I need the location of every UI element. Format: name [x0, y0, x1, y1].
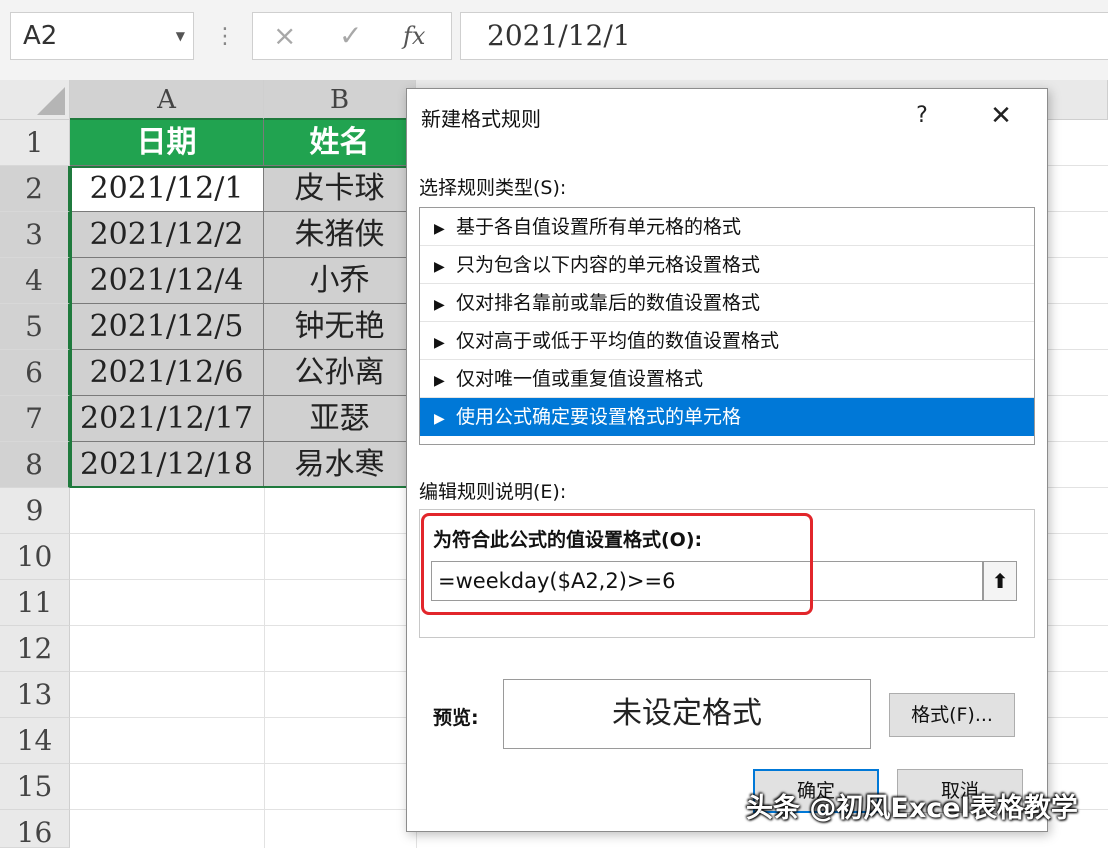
date-cell[interactable]: 2021/12/17 — [70, 396, 264, 442]
name-cell[interactable]: 朱猪侠 — [264, 212, 416, 258]
row-header-15[interactable]: 15 — [0, 764, 70, 810]
more-icon: ⋮ — [214, 24, 236, 49]
triangle-right-icon: ▶ — [434, 373, 445, 389]
rule-type-label: 基于各自值设置所有单元格的格式 — [456, 216, 742, 238]
triangle-right-icon: ▶ — [434, 411, 445, 427]
name-cell[interactable]: 皮卡球 — [264, 166, 416, 212]
rule-type-item[interactable]: ▶ 仅对唯一值或重复值设置格式 — [420, 360, 1034, 398]
name-cell[interactable]: 易水寒 — [264, 442, 416, 488]
cancel-icon[interactable]: × — [273, 19, 296, 53]
formula-buttons: × ✓ fx — [252, 12, 452, 60]
rule-type-label: 只为包含以下内容的单元格设置格式 — [456, 254, 761, 276]
rule-type-list: ▶ 基于各自值设置所有单元格的格式 ▶ 只为包含以下内容的单元格设置格式 ▶ 仅对排名… — [419, 207, 1035, 445]
rule-type-label: 仅对唯一值或重复值设置格式 — [456, 368, 704, 390]
row-header-10[interactable]: 10 — [0, 534, 70, 580]
select-all-triangle-icon — [37, 87, 65, 115]
help-icon[interactable]: ? — [907, 101, 937, 131]
row-header-16[interactable]: 16 — [0, 810, 70, 848]
rule-type-label: 仅对高于或低于平均值的数值设置格式 — [456, 330, 780, 352]
rule-type-label: 使用公式确定要设置格式的单元格 — [456, 406, 742, 428]
formula-input[interactable]: 2021/12/1 — [460, 12, 1108, 60]
row-header-5[interactable]: 5 — [0, 304, 70, 350]
row-header-12[interactable]: 12 — [0, 626, 70, 672]
triangle-right-icon: ▶ — [434, 259, 445, 275]
row-header-14[interactable]: 14 — [0, 718, 70, 764]
format-button[interactable]: 格式(F)... — [889, 693, 1015, 737]
header-cell-date[interactable]: 日期 — [70, 120, 264, 166]
collapse-dialog-icon[interactable]: ⬆ — [983, 561, 1017, 601]
date-cell[interactable]: 2021/12/5 — [70, 304, 264, 350]
preview-box: 未设定格式 — [503, 679, 871, 749]
preview-label: 预览: — [433, 707, 479, 729]
close-icon[interactable]: ✕ — [985, 101, 1017, 133]
name-box[interactable]: A2 ▼ — [10, 12, 194, 60]
triangle-right-icon: ▶ — [434, 335, 445, 351]
rule-type-item[interactable]: ▶ 只为包含以下内容的单元格设置格式 — [420, 246, 1034, 284]
row-header-6[interactable]: 6 — [0, 350, 70, 396]
name-box-value: A2 — [23, 21, 58, 51]
chevron-down-icon[interactable]: ▼ — [176, 13, 185, 59]
insert-function-icon[interactable]: fx — [403, 19, 425, 53]
row-header-2[interactable]: 2 — [0, 166, 70, 212]
rule-type-item-selected[interactable]: ▶ 使用公式确定要设置格式的单元格 — [420, 398, 1034, 436]
new-format-rule-dialog: 新建格式规则 ? ✕ 选择规则类型(S): ▶ 基于各自值设置所有单元格的格式 ▶… — [406, 88, 1048, 832]
triangle-right-icon: ▶ — [434, 221, 445, 237]
edit-rule-description-label: 编辑规则说明(E): — [419, 481, 567, 503]
row-header-3[interactable]: 3 — [0, 212, 70, 258]
date-cell[interactable]: 2021/12/1 — [70, 166, 264, 212]
name-cell[interactable]: 小乔 — [264, 258, 416, 304]
rule-type-item[interactable]: ▶ 仅对排名靠前或靠后的数值设置格式 — [420, 284, 1034, 322]
column-header-b[interactable]: B — [264, 80, 416, 120]
row-header-4[interactable]: 4 — [0, 258, 70, 304]
rule-type-item[interactable]: ▶ 仅对高于或低于平均值的数值设置格式 — [420, 322, 1034, 360]
select-all-corner[interactable] — [0, 80, 70, 120]
triangle-right-icon: ▶ — [434, 297, 445, 313]
row-header-7[interactable]: 7 — [0, 396, 70, 442]
row-header-13[interactable]: 13 — [0, 672, 70, 718]
divider — [419, 637, 1035, 638]
name-cell[interactable]: 公孙离 — [264, 350, 416, 396]
header-cell-name[interactable]: 姓名 — [264, 120, 416, 166]
name-cell[interactable]: 钟无艳 — [264, 304, 416, 350]
row-header-8[interactable]: 8 — [0, 442, 70, 488]
date-cell[interactable]: 2021/12/18 — [70, 442, 264, 488]
dialog-title: 新建格式规则 — [421, 107, 541, 131]
formula-bar: A2 ▼ ⋮ × ✓ fx 2021/12/1 — [0, 0, 1108, 80]
column-header-a[interactable]: A — [70, 80, 264, 120]
rule-type-label: 仅对排名靠前或靠后的数值设置格式 — [456, 292, 761, 314]
date-cell[interactable]: 2021/12/2 — [70, 212, 264, 258]
check-icon[interactable]: ✓ — [339, 19, 362, 53]
date-cell[interactable]: 2021/12/4 — [70, 258, 264, 304]
date-cell[interactable]: 2021/12/6 — [70, 350, 264, 396]
highlight-frame — [421, 513, 813, 615]
name-cell[interactable]: 亚瑟 — [264, 396, 416, 442]
row-header-1[interactable]: 1 — [0, 120, 70, 166]
select-rule-type-label: 选择规则类型(S): — [419, 177, 567, 199]
rule-type-item[interactable]: ▶ 基于各自值设置所有单元格的格式 — [420, 208, 1034, 246]
row-header-9[interactable]: 9 — [0, 488, 70, 534]
row-header-11[interactable]: 11 — [0, 580, 70, 626]
watermark-text: 头条 @初风Excel表格教学 — [746, 793, 1078, 824]
